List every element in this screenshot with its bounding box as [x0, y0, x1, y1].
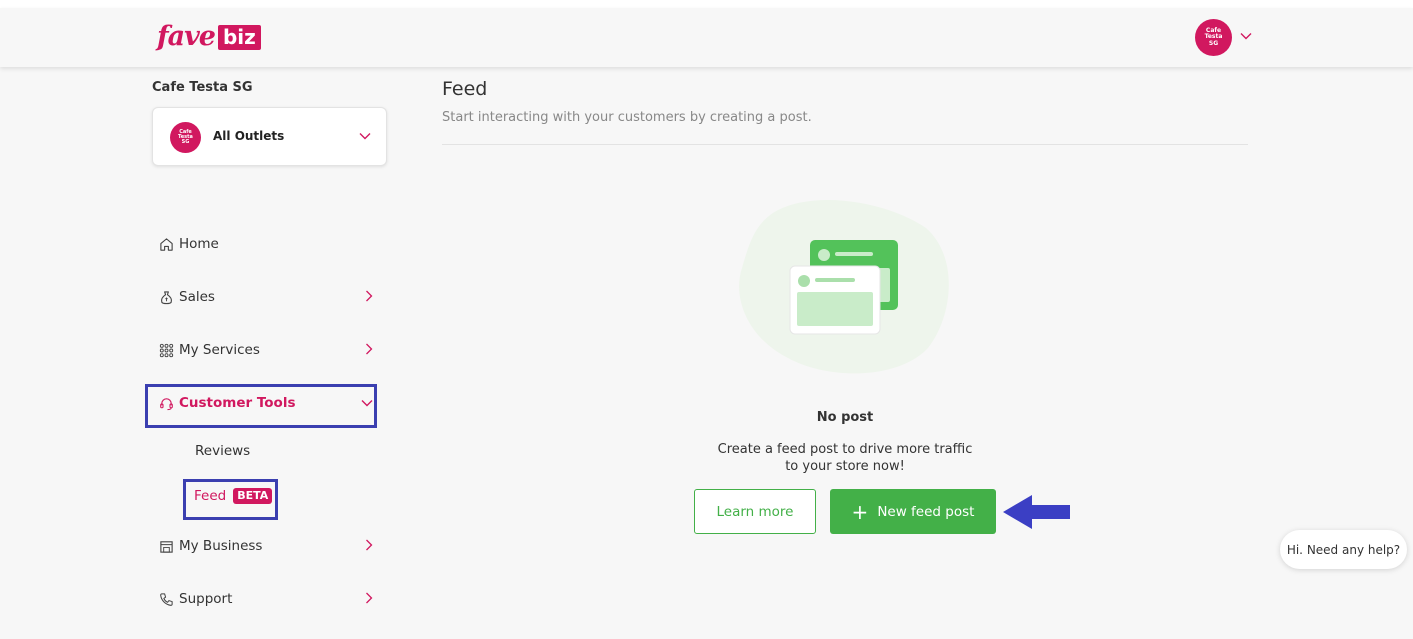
empty-state-description-line: Create a feed post to drive more traffic — [717, 442, 973, 457]
header-divider — [442, 144, 1248, 145]
top-strip — [0, 0, 1413, 8]
grid-icon — [158, 342, 174, 358]
chevron-down-icon — [359, 133, 371, 140]
chevron-right-icon — [366, 343, 373, 355]
outlet-label: All Outlets — [213, 129, 285, 143]
sidebar-item-support[interactable]: Support — [158, 588, 373, 610]
page-subtitle: Start interacting with your customers by… — [442, 110, 812, 125]
empty-feed-illustration — [739, 199, 949, 374]
learn-more-button[interactable]: Learn more — [694, 489, 816, 534]
sidebar-subitem-reviews[interactable]: Reviews — [195, 443, 250, 459]
annotation-highlight-box — [145, 384, 377, 428]
chevron-right-icon — [366, 539, 373, 551]
avatar-text-line: SG — [1208, 39, 1219, 47]
sidebar-item-label: Support — [179, 591, 233, 607]
sidebar-item-my-business[interactable]: My Business — [158, 535, 373, 557]
money-bag-icon — [158, 289, 174, 305]
fave-biz-logo[interactable]: fave biz — [157, 22, 261, 52]
sidebar-item-label: Home — [179, 236, 219, 252]
logo-badge: biz — [217, 24, 261, 50]
phone-icon — [158, 591, 174, 607]
sidebar-item-label: My Services — [179, 342, 260, 358]
sidebar-item-label: Sales — [179, 289, 215, 305]
outlet-avatar: Cafe Testa SG — [170, 122, 201, 153]
chevron-right-icon — [366, 290, 373, 302]
learn-more-label: Learn more — [716, 503, 794, 520]
chevron-right-icon — [366, 592, 373, 604]
top-header: fave biz Cafe Testa SG — [0, 8, 1413, 67]
account-avatar[interactable]: Cafe Testa SG — [1195, 19, 1232, 56]
store-icon — [158, 538, 174, 554]
empty-state-description: Create a feed post to drive more traffic… — [695, 441, 995, 475]
home-icon — [158, 236, 174, 252]
business-name: Cafe Testa SG — [152, 80, 253, 95]
annotation-arrow-icon — [1003, 495, 1070, 529]
help-chat-label: Hi. Need any help? — [1286, 542, 1401, 557]
sidebar-item-sales[interactable]: Sales — [158, 286, 373, 308]
help-chat-widget[interactable]: Hi. Need any help? — [1280, 530, 1407, 569]
annotation-highlight-box — [183, 479, 278, 520]
new-feed-post-label: New feed post — [877, 503, 975, 520]
plus-icon: + — [851, 499, 869, 524]
empty-state-description-line: to your store now! — [785, 459, 905, 474]
sidebar-item-my-services[interactable]: My Services — [158, 339, 373, 361]
outlet-selector[interactable]: Cafe Testa SG All Outlets — [152, 107, 387, 166]
empty-state-title: No post — [816, 410, 874, 425]
logo-text: fave — [157, 21, 216, 52]
sidebar-item-label: My Business — [179, 538, 263, 554]
account-chevron-down-icon[interactable] — [1240, 32, 1252, 40]
avatar-text-line: SG — [181, 139, 190, 146]
new-feed-post-button[interactable]: + New feed post — [830, 489, 996, 534]
sidebar-item-home[interactable]: Home — [158, 233, 373, 255]
page-title: Feed — [442, 78, 488, 100]
